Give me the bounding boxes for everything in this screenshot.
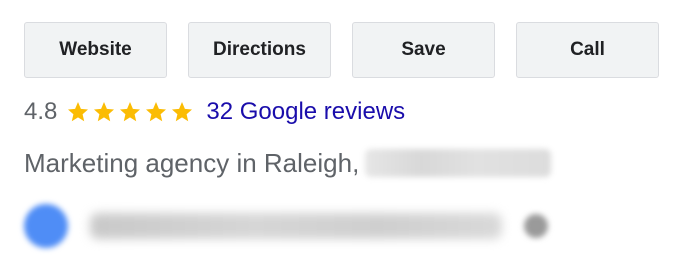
business-category-row: Marketing agency in Raleigh, [24, 146, 552, 180]
save-button[interactable]: Save [352, 22, 495, 78]
website-button[interactable]: Website [24, 22, 167, 78]
star-icon [146, 102, 167, 122]
manage-profile-row[interactable] [24, 202, 548, 250]
star-icon [172, 102, 193, 122]
star-rating [66, 100, 194, 124]
rating-value: 4.8 [24, 98, 58, 125]
redacted-location [365, 149, 552, 177]
redacted-manage-profile-text[interactable] [90, 213, 502, 239]
directions-button[interactable]: Directions [188, 22, 331, 78]
avatar [24, 204, 68, 248]
star-icon [94, 102, 115, 122]
star-icon [68, 102, 89, 122]
business-category: Marketing agency in Raleigh, [24, 147, 360, 178]
action-button-row: Website Directions Save Call [24, 22, 659, 78]
call-button[interactable]: Call [516, 22, 659, 78]
info-icon[interactable] [524, 214, 548, 238]
google-reviews-link[interactable]: 32 Google reviews [206, 98, 405, 126]
star-icon [120, 102, 141, 122]
rating-row: 4.8 32 Google reviews [24, 96, 405, 128]
